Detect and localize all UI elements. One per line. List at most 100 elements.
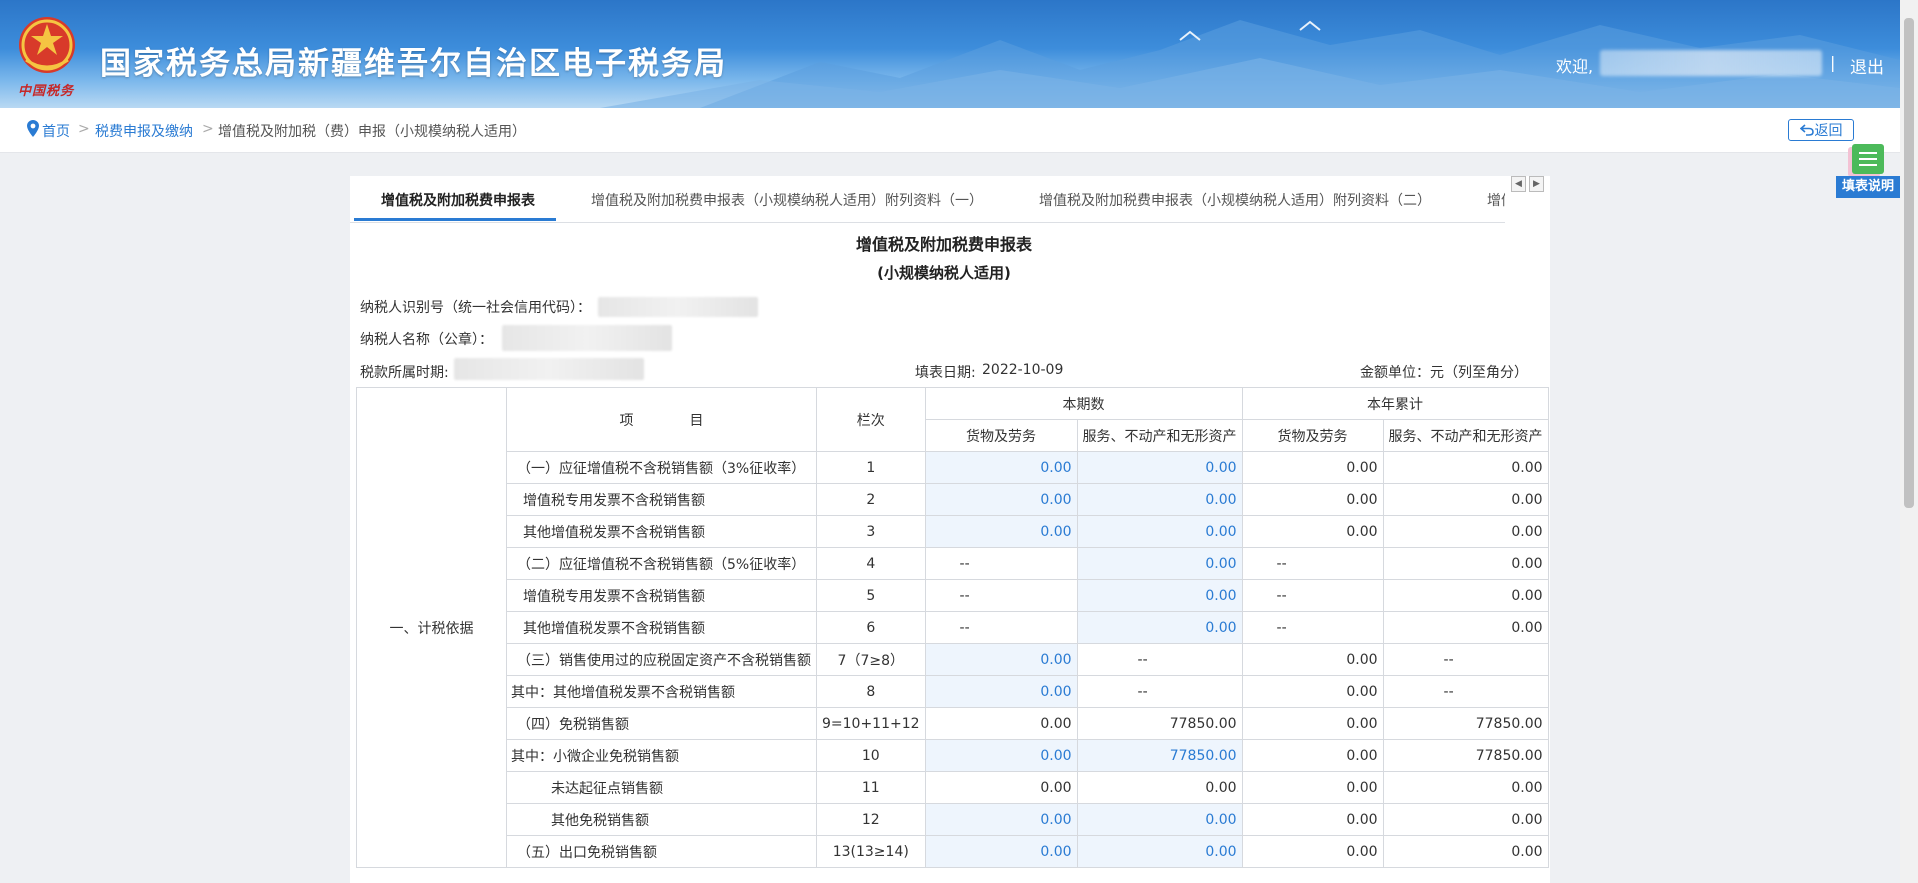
input-cur-goods[interactable]: 0.00	[924, 803, 1078, 836]
row-no: 8	[816, 675, 926, 708]
breadcrumb-home[interactable]: 首页	[42, 121, 70, 141]
yr-goods: 0.00	[1241, 515, 1384, 548]
yr-services: 77850.00	[1382, 739, 1549, 772]
table-row: （四）免税销售额 9=10+11+12 0.00 77850.00 0.00 7…	[357, 707, 1549, 740]
input-cur-services[interactable]: 0.00	[1076, 483, 1243, 516]
header-column-no: 栏次	[816, 387, 926, 452]
header-goods: 货物及劳务	[924, 419, 1078, 452]
row-item: 其他增值税发票不含税销售额	[506, 611, 817, 644]
input-cur-services[interactable]: 0.00	[1076, 835, 1243, 868]
active-tab-indicator	[354, 218, 556, 221]
back-arrow-icon	[1799, 124, 1814, 136]
yr-services: --	[1382, 643, 1549, 676]
input-cur-services[interactable]: 77850.00	[1076, 739, 1243, 772]
yr-services: 0.00	[1382, 547, 1549, 580]
input-cur-goods[interactable]: 0.00	[924, 483, 1078, 516]
tab-more[interactable]: 增值	[1487, 190, 1505, 210]
yr-services: 0.00	[1382, 579, 1549, 612]
header-current-period: 本期数	[924, 387, 1243, 420]
tab-main-return[interactable]: 增值税及附加税费申报表	[381, 190, 535, 210]
fill-instructions-button[interactable]: 填表说明	[1836, 140, 1900, 198]
row-item: 其中：其他增值税发票不含税销售额	[506, 675, 817, 708]
header-services: 服务、不动产和无形资产	[1076, 419, 1243, 452]
yr-services: 0.00	[1382, 771, 1549, 804]
input-cur-services[interactable]: 0.00	[1076, 803, 1243, 836]
input-cur-services[interactable]: 0.00	[1076, 611, 1243, 644]
taxpayer-name-redacted	[502, 325, 672, 351]
scrollbar-thumb[interactable]	[1904, 18, 1914, 508]
site-header: 中国税务 国家税务总局新疆维吾尔自治区电子税务局 欢迎, | 退出	[0, 0, 1900, 108]
form-title: 增值税及附加税费申报表	[855, 235, 1032, 254]
emblem-caption: 中国税务	[18, 84, 75, 99]
row-no: 10	[816, 739, 926, 772]
row-no: 3	[816, 515, 926, 548]
form-panel: 增值税及附加税费申报表 增值税及附加税费申报表（小规模纳税人适用）附列资料（一）…	[350, 176, 1550, 883]
yr-services: --	[1382, 675, 1549, 708]
header-separator: |	[1830, 53, 1836, 72]
table-row: 其中：其他增值税发票不含税销售额 8 0.00 -- 0.00 --	[357, 675, 1549, 708]
row-no: 9=10+11+12	[816, 707, 926, 740]
section-tax-basis: 一、计税依据	[356, 387, 507, 868]
back-button[interactable]: 返回	[1788, 119, 1854, 141]
table-row: 其他增值税发票不含税销售额 3 0.00 0.00 0.00 0.00	[357, 515, 1549, 548]
input-cur-goods[interactable]: 0.00	[924, 739, 1078, 772]
yr-goods: 0.00	[1241, 803, 1384, 836]
row-item: （四）免税销售额	[506, 707, 817, 740]
row-item: 其他免税销售额	[506, 803, 817, 836]
row-item: 未达起征点销售额	[506, 771, 817, 804]
back-button-label: 返回	[1814, 123, 1843, 139]
tab-schedule-1[interactable]: 增值税及附加税费申报表（小规模纳税人适用）附列资料（一）	[591, 190, 983, 210]
yr-goods: 0.00	[1241, 451, 1384, 484]
row-no: 6	[816, 611, 926, 644]
cur-services: 0.00	[1076, 771, 1243, 804]
header-services: 服务、不动产和无形资产	[1382, 419, 1549, 452]
yr-goods: --	[1241, 611, 1384, 644]
table-row: 增值税专用发票不含税销售额 5 -- 0.00 -- 0.00	[357, 579, 1549, 612]
input-cur-services[interactable]: 0.00	[1076, 579, 1243, 612]
username-redacted	[1600, 50, 1822, 76]
cur-goods: --	[924, 579, 1078, 612]
yr-services: 0.00	[1382, 483, 1549, 516]
header-item: 项 目	[506, 387, 817, 452]
row-item: 其他增值税发票不含税销售额	[506, 515, 817, 548]
row-no: 2	[816, 483, 926, 516]
breadcrumb-tax-filing[interactable]: 税费申报及缴纳	[95, 121, 193, 141]
input-cur-services[interactable]: 0.00	[1076, 547, 1243, 580]
table-row: 其他免税销售额 12 0.00 0.00 0.00 0.00	[357, 803, 1549, 836]
row-item: （一）应征增值税不含税销售额（3%征收率）	[506, 451, 817, 484]
row-no: 7（7≥8）	[816, 643, 926, 676]
cur-goods: 0.00	[924, 771, 1078, 804]
tab-schedule-2[interactable]: 增值税及附加税费申报表（小规模纳税人适用）附列资料（二）	[1039, 190, 1431, 210]
input-cur-goods[interactable]: 0.00	[924, 451, 1078, 484]
row-no: 12	[816, 803, 926, 836]
logout-link[interactable]: 退出	[1850, 53, 1884, 78]
yr-goods: 0.00	[1241, 771, 1384, 804]
table-row: 增值税专用发票不含税销售额 2 0.00 0.00 0.00 0.00	[357, 483, 1549, 516]
input-cur-goods[interactable]: 0.00	[924, 675, 1078, 708]
table-row: （五）出口免税销售额 13(13≥14) 0.00 0.00 0.00 0.00	[357, 835, 1549, 868]
yr-goods: --	[1241, 547, 1384, 580]
input-cur-services[interactable]: 0.00	[1076, 451, 1243, 484]
input-cur-services[interactable]: 0.00	[1076, 515, 1243, 548]
form-subtitle: (小规模纳税人适用)	[877, 264, 1011, 282]
tax-period-redacted	[454, 358, 644, 380]
header-goods: 货物及劳务	[1241, 419, 1384, 452]
tab-scroll-right-button[interactable]: ▶	[1529, 176, 1544, 192]
input-cur-goods[interactable]: 0.00	[924, 835, 1078, 868]
row-no: 13(13≥14)	[816, 835, 926, 868]
yr-goods: 0.00	[1241, 643, 1384, 676]
row-item: 增值税专用发票不含税销售额	[506, 579, 817, 612]
input-cur-goods[interactable]: 0.00	[924, 643, 1078, 676]
table-row: 其他增值税发票不含税销售额 6 -- 0.00 -- 0.00	[357, 611, 1549, 644]
input-cur-goods[interactable]: 0.00	[924, 515, 1078, 548]
row-item: 增值税专用发票不含税销售额	[506, 483, 817, 516]
tab-scroll-left-button[interactable]: ◀	[1511, 176, 1526, 192]
breadcrumb-separator: >	[78, 121, 90, 137]
form-tabs: 增值税及附加税费申报表 增值税及附加税费申报表（小规模纳税人适用）附列资料（一）…	[350, 176, 1505, 223]
site-title: 国家税务总局新疆维吾尔自治区电子税务局	[100, 46, 727, 82]
yr-services: 0.00	[1382, 611, 1549, 644]
table-row: 其中：小微企业免税销售额 10 0.00 77850.00 0.00 77850…	[357, 739, 1549, 772]
yr-services: 77850.00	[1382, 707, 1549, 740]
taxpayer-id-label: 纳税人识别号（统一社会信用代码）：	[360, 300, 591, 316]
taxpayer-id-redacted	[598, 297, 758, 317]
